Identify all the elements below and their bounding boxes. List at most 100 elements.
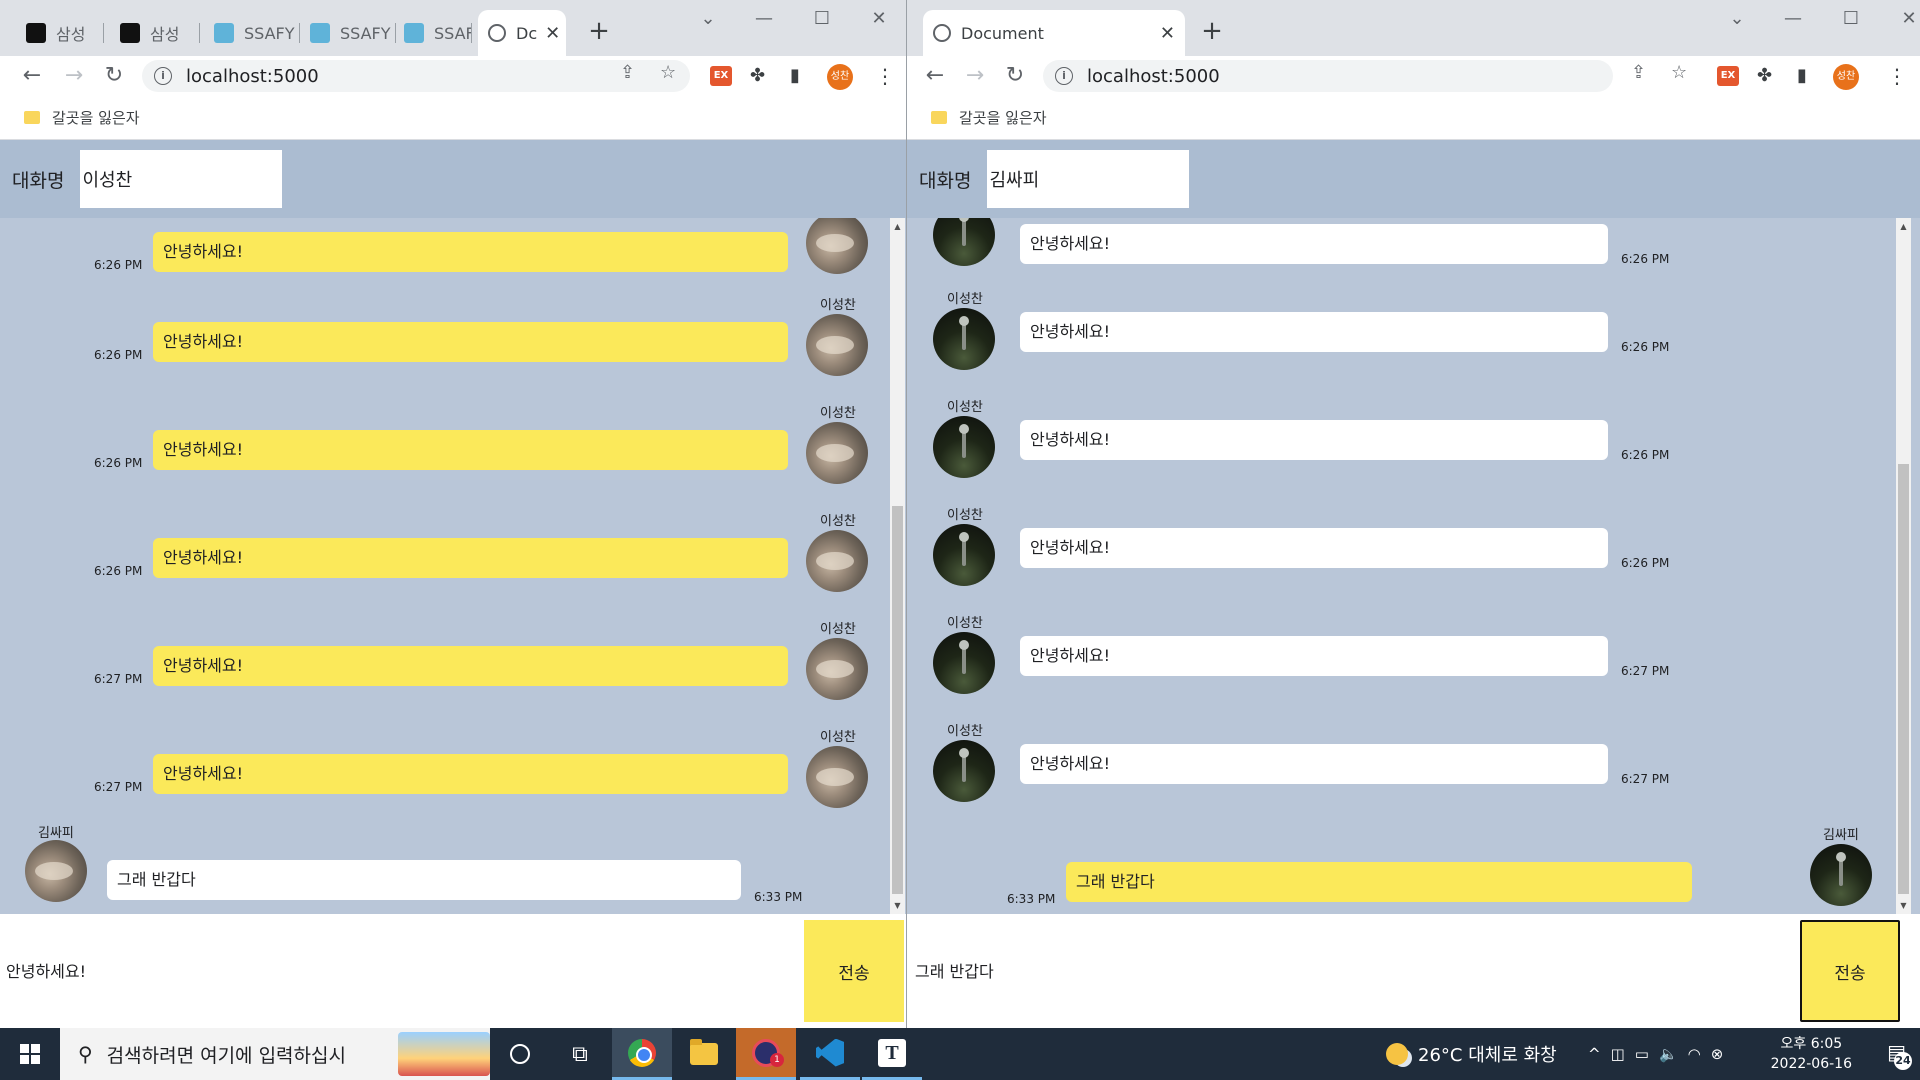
- profile-avatar[interactable]: 성찬: [1833, 64, 1859, 90]
- tab-search-chevron-icon[interactable]: ⌄: [1717, 8, 1757, 29]
- taskbar-chrome[interactable]: [612, 1028, 672, 1080]
- message-time: 6:33 PM: [754, 890, 803, 904]
- menu-dots-icon[interactable]: ⋮: [1887, 64, 1907, 88]
- share-icon[interactable]: ⇪: [1631, 62, 1646, 83]
- close-tab-icon[interactable]: ✕: [537, 23, 560, 44]
- minimize-button[interactable]: —: [1773, 8, 1813, 29]
- message-time: 6:26 PM: [94, 348, 143, 362]
- new-tab-button[interactable]: +: [1197, 16, 1227, 46]
- address-bar[interactable]: i localhost:5000: [142, 60, 690, 92]
- profile-avatar[interactable]: 성찬: [827, 64, 853, 90]
- ex-extension-icon[interactable]: EX: [1717, 66, 1739, 86]
- address-bar[interactable]: i localhost:5000: [1043, 60, 1613, 92]
- message-time: 6:26 PM: [1621, 556, 1670, 570]
- site-info-icon[interactable]: i: [1055, 67, 1073, 85]
- minimize-button[interactable]: —: [744, 8, 784, 29]
- taskbar-clock[interactable]: 오후 6:05 2022-06-16: [1771, 1034, 1852, 1074]
- taskbar-app-badge[interactable]: 1: [736, 1028, 796, 1080]
- bookmark-star-icon[interactable]: ☆: [660, 62, 676, 83]
- message-input[interactable]: 안녕하세요!: [6, 958, 86, 982]
- scroll-down-arrow-icon[interactable]: ▼: [890, 901, 905, 910]
- tab-search-chevron-icon[interactable]: ⌄: [688, 8, 728, 29]
- chat-name-input[interactable]: 이성찬: [80, 150, 283, 208]
- close-window-button[interactable]: ✕: [1889, 8, 1920, 29]
- message-bubble: 안녕하세요!: [153, 232, 788, 272]
- message-bubble: 안녕하세요!: [1020, 744, 1608, 784]
- message-username: 이성찬: [947, 616, 983, 631]
- tab-ssafy-2[interactable]: SSAFY: [300, 10, 396, 56]
- chat-scrollbar[interactable]: ▲ ▼: [1896, 218, 1911, 914]
- reload-icon[interactable]: ↻: [1003, 64, 1027, 88]
- tab-label: 삼성: [56, 25, 86, 44]
- reload-icon[interactable]: ↻: [102, 64, 126, 88]
- message-time: 6:26 PM: [94, 564, 143, 578]
- battery-icon[interactable]: ▭: [1635, 1045, 1659, 1063]
- tab-document-active[interactable]: Document ✕: [923, 10, 1185, 56]
- pen-icon[interactable]: ⊗: [1711, 1045, 1734, 1063]
- tab-ssafy-3[interactable]: SSAFY: [394, 10, 472, 56]
- tab-samsung-1[interactable]: 삼성: [16, 10, 104, 56]
- message-input[interactable]: 그래 반갑다: [915, 958, 994, 982]
- task-view-icon: ⧉: [572, 1041, 588, 1067]
- scrollbar-thumb[interactable]: [892, 506, 903, 894]
- extensions-puzzle-icon[interactable]: ✤: [750, 65, 765, 86]
- forward-arrow-icon[interactable]: →: [62, 64, 86, 88]
- close-tab-icon[interactable]: ✕: [1152, 23, 1175, 44]
- message-bubble: 안녕하세요!: [1020, 224, 1608, 264]
- meet-icon[interactable]: ◫: [1611, 1045, 1635, 1063]
- new-tab-button[interactable]: +: [584, 16, 614, 46]
- message-item: 이성찬 안녕하세요! 6:27 PM: [907, 612, 1920, 712]
- close-window-button[interactable]: ✕: [859, 8, 899, 29]
- site-info-icon[interactable]: i: [154, 67, 172, 85]
- message-item: 김싸피 그래 반갑다 6:33 PM: [0, 818, 906, 914]
- scroll-up-arrow-icon[interactable]: ▲: [890, 222, 905, 231]
- chevron-up-icon[interactable]: ^: [1588, 1045, 1611, 1063]
- taskbar-search-box[interactable]: ⚲ 검색하려면 여기에 입력하십시: [60, 1028, 490, 1080]
- weather-widget[interactable]: 26°C 대체로 화창: [1386, 1028, 1557, 1080]
- notification-count: 24: [1894, 1052, 1912, 1070]
- maximize-button[interactable]: ☐: [1831, 8, 1871, 29]
- tab-document-active[interactable]: Dc ✕: [478, 10, 566, 56]
- chat-name-input[interactable]: 김싸피: [987, 150, 1190, 208]
- tab-ssafy-1[interactable]: SSAFY: [204, 10, 300, 56]
- search-icon: ⚲: [78, 1042, 93, 1066]
- chat-title-label: 대화명: [919, 169, 972, 192]
- taskbar-typora[interactable]: T: [862, 1028, 922, 1080]
- search-placeholder: 검색하려면 여기에 입력하십시: [106, 1044, 346, 1067]
- notification-center-button[interactable]: ▤ 24: [1887, 1040, 1912, 1070]
- start-button[interactable]: [0, 1028, 60, 1080]
- message-list[interactable]: 안녕하세요! 6:26 PM 이성찬 안녕하세요! 6:26 PM 이성찬 안녕…: [0, 218, 906, 914]
- menu-dots-icon[interactable]: ⋮: [875, 64, 895, 88]
- back-arrow-icon[interactable]: ←: [923, 64, 947, 88]
- message-list[interactable]: 안녕하세요! 6:26 PM 이성찬 안녕하세요! 6:26 PM 이성찬 안녕…: [907, 218, 1920, 914]
- message-bubble: 안녕하세요!: [153, 538, 788, 578]
- task-view-button[interactable]: ⧉: [550, 1028, 610, 1080]
- send-button[interactable]: 전송: [1800, 920, 1900, 1022]
- bookmark-folder-label[interactable]: 갈곳을 잃은자: [959, 107, 1047, 128]
- taskbar-vscode[interactable]: [800, 1028, 860, 1080]
- cortana-button[interactable]: [490, 1028, 550, 1080]
- side-panel-icon[interactable]: ▮: [1797, 65, 1807, 86]
- scroll-down-arrow-icon[interactable]: ▼: [1896, 901, 1911, 910]
- tab-samsung-2[interactable]: 삼성: [110, 10, 200, 56]
- scrollbar-thumb[interactable]: [1898, 464, 1909, 894]
- back-arrow-icon[interactable]: ←: [20, 64, 44, 88]
- volume-icon[interactable]: 🔈: [1659, 1045, 1688, 1063]
- send-button[interactable]: 전송: [804, 920, 904, 1022]
- wifi-icon[interactable]: ◠: [1688, 1045, 1711, 1063]
- chat-scrollbar[interactable]: ▲ ▼: [890, 218, 905, 914]
- share-icon[interactable]: ⇪: [620, 62, 635, 83]
- bookmark-star-icon[interactable]: ☆: [1671, 62, 1687, 83]
- taskbar-file-explorer[interactable]: [674, 1028, 734, 1080]
- ex-extension-icon[interactable]: EX: [710, 66, 732, 86]
- bookmark-folder-label[interactable]: 갈곳을 잃은자: [52, 107, 140, 128]
- browser-window-right: Document ✕ + ⌄ — ☐ ✕ ← → ↻ i localhost:5…: [907, 0, 1920, 1028]
- maximize-button[interactable]: ☐: [802, 8, 842, 29]
- ssafy-favicon-icon: [214, 23, 234, 43]
- forward-arrow-icon[interactable]: →: [963, 64, 987, 88]
- scroll-up-arrow-icon[interactable]: ▲: [1896, 222, 1911, 231]
- extensions-puzzle-icon[interactable]: ✤: [1757, 65, 1772, 86]
- message-composer: 안녕하세요! 전송: [0, 914, 906, 1028]
- side-panel-icon[interactable]: ▮: [790, 65, 800, 86]
- bookmark-folder-icon: [24, 111, 40, 124]
